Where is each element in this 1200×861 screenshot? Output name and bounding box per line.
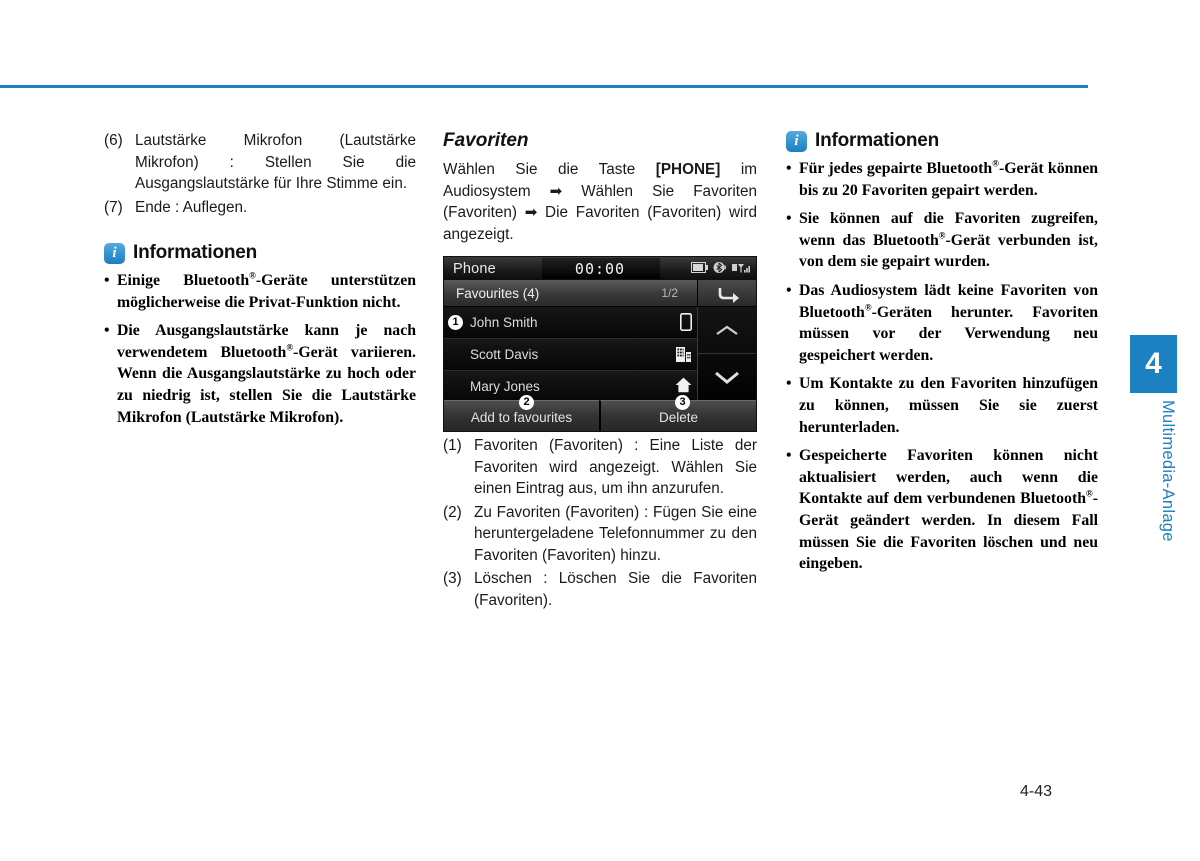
page-number: 4-43 bbox=[1020, 783, 1053, 800]
phone-button-reference: [PHONE] bbox=[655, 161, 721, 178]
section-intro-text: Wählen Sie die Taste [PHONE] im Audiosys… bbox=[443, 159, 757, 245]
list-item-number: (3) bbox=[443, 570, 462, 587]
list-item: (3) Löschen : Löschen Sie die Favoriten … bbox=[443, 568, 757, 611]
arrow-right-icon: ➡ bbox=[524, 204, 538, 221]
bullet-text: Um Kontakte zu den Favoriten hinzufügen … bbox=[799, 375, 1098, 436]
list-item: • Für jedes gepairte Bluetooth®-Gerät kö… bbox=[786, 158, 1098, 201]
chevron-down-icon bbox=[715, 371, 739, 384]
list-item-text: Lautstärke Mikrofon (Lautstärke Mikrofon… bbox=[135, 132, 416, 192]
favourites-header-label: Favourites (4) bbox=[456, 285, 540, 301]
back-arrow-icon bbox=[718, 288, 739, 303]
bullet-marker: • bbox=[104, 322, 110, 340]
bullet-marker: • bbox=[786, 375, 792, 393]
list-item-number: (6) bbox=[104, 132, 123, 149]
device-sub-header: Favourites (4) 1/2 bbox=[444, 280, 756, 307]
device-screen-illustration: Phone 00:00 Favourites (4) 1/2 1 John Sm… bbox=[443, 256, 757, 432]
device-footer: Add to favourites Delete bbox=[444, 400, 756, 431]
bullet-marker: • bbox=[786, 210, 792, 228]
favourites-list: 1 John Smith Scott Davis Mary Jones bbox=[444, 307, 700, 402]
bullet-text: Sie können auf die Favoriten zugreifen, … bbox=[799, 210, 1099, 271]
back-button[interactable] bbox=[697, 280, 756, 306]
list-item: • Gespeicherte Favoriten können nicht ak… bbox=[786, 445, 1098, 575]
arrow-right-icon: ➡ bbox=[549, 182, 563, 200]
bullet-text: Für jedes gepairte Bluetooth®-Gerät könn… bbox=[799, 158, 1098, 199]
info-box-heading: i Informationen bbox=[786, 130, 1098, 152]
list-item[interactable]: Scott Davis bbox=[444, 339, 700, 371]
mobile-phone-icon bbox=[680, 313, 692, 336]
add-to-favourites-label: Add to favourites bbox=[470, 409, 573, 425]
right-column: i Informationen • Für jedes gepairte Blu… bbox=[786, 130, 1098, 582]
info-box-title: Informationen bbox=[815, 130, 940, 151]
list-item: • Um Kontakte zu den Favoriten hinzufüge… bbox=[786, 373, 1098, 438]
bullet-text: Einige Bluetooth®-Geräte unterstützen mö… bbox=[117, 270, 416, 311]
info-box-heading: i Informationen bbox=[104, 242, 416, 264]
list-item-text: Ende : Auflegen. bbox=[135, 198, 248, 216]
list-item-text: Favoriten (Favoriten) : Eine Liste der F… bbox=[474, 437, 757, 497]
page-indicator: 1/2 bbox=[661, 286, 678, 300]
device-status-icons bbox=[691, 261, 750, 274]
list-item-number: (1) bbox=[443, 437, 462, 454]
signal-icon bbox=[732, 263, 750, 272]
list-item: (7) Ende : Auflegen. bbox=[104, 197, 416, 219]
list-item-text: Löschen : Löschen Sie die Favoriten (Fav… bbox=[474, 570, 757, 609]
info-icon: i bbox=[104, 242, 125, 264]
chapter-title-vertical: Multimedia-Anlage bbox=[1159, 400, 1177, 542]
info-bullet-list: • Für jedes gepairte Bluetooth®-Gerät kö… bbox=[786, 158, 1098, 575]
office-building-icon bbox=[676, 345, 692, 368]
list-item: (1) Favoriten (Favoriten) : Eine Liste d… bbox=[443, 435, 757, 500]
device-body: 1 John Smith Scott Davis Mary Jones bbox=[444, 307, 756, 402]
list-item: • Das Audiosystem lädt keine Favoriten v… bbox=[786, 280, 1098, 366]
list-scroll-controls bbox=[697, 307, 756, 400]
battery-icon bbox=[691, 262, 708, 273]
scroll-up-button[interactable] bbox=[698, 307, 756, 354]
contact-name: Scott Davis bbox=[470, 347, 539, 362]
info-box-title: Informationen bbox=[133, 242, 258, 263]
chevron-up-icon bbox=[716, 325, 738, 335]
bullet-text: Die Ausgangslautstärke kann je nach verw… bbox=[117, 322, 416, 426]
device-status-bar: Phone 00:00 bbox=[444, 257, 756, 280]
chapter-number-tab: 4 bbox=[1130, 335, 1177, 393]
bullet-marker: • bbox=[786, 160, 792, 177]
callout-badge-3: 3 bbox=[675, 395, 690, 410]
list-item: • Einige Bluetooth®-Geräte unterstützen … bbox=[104, 270, 416, 313]
list-item: (2) Zu Favoriten (Favoriten) : Fügen Sie… bbox=[443, 502, 757, 567]
list-item-text: Zu Favoriten (Favoriten) : Fügen Sie ein… bbox=[474, 503, 757, 564]
list-item[interactable]: Mary Jones bbox=[444, 371, 700, 402]
bullet-text: Gespeicherte Favoriten können nicht aktu… bbox=[799, 447, 1098, 573]
list-item: • Sie können auf die Favoriten zugreifen… bbox=[786, 208, 1098, 273]
section-title: Favoriten bbox=[443, 130, 529, 151]
list-item-number: (2) bbox=[443, 503, 462, 521]
contact-name: Mary Jones bbox=[470, 379, 540, 394]
callout-badge-1: 1 bbox=[448, 315, 463, 330]
list-item[interactable]: 1 John Smith bbox=[444, 307, 700, 339]
bullet-text: Das Audiosystem lädt keine Favoriten von… bbox=[799, 281, 1098, 364]
info-icon: i bbox=[786, 130, 807, 152]
bullet-marker: • bbox=[104, 272, 110, 289]
intro-part-1: Wählen Sie die Taste bbox=[443, 161, 656, 178]
callout-badge-2: 2 bbox=[519, 395, 534, 410]
bullet-marker: • bbox=[786, 447, 792, 465]
scroll-down-button[interactable] bbox=[698, 354, 756, 400]
delete-label: Delete bbox=[658, 409, 699, 425]
list-item: • Die Ausgangslautstärke kann je nach ve… bbox=[104, 320, 416, 428]
info-bullet-list: • Einige Bluetooth®-Geräte unterstützen … bbox=[104, 270, 416, 428]
chapter-number: 4 bbox=[1145, 347, 1162, 380]
list-item: (6) Lautstärke Mikrofon (Lautstärke Mikr… bbox=[104, 130, 416, 195]
left-column: (6) Lautstärke Mikrofon (Lautstärke Mikr… bbox=[104, 130, 416, 435]
header-divider bbox=[0, 85, 1088, 88]
list-item-number: (7) bbox=[104, 198, 123, 216]
bullet-marker: • bbox=[786, 281, 792, 299]
bluetooth-audio-icon bbox=[713, 262, 727, 273]
